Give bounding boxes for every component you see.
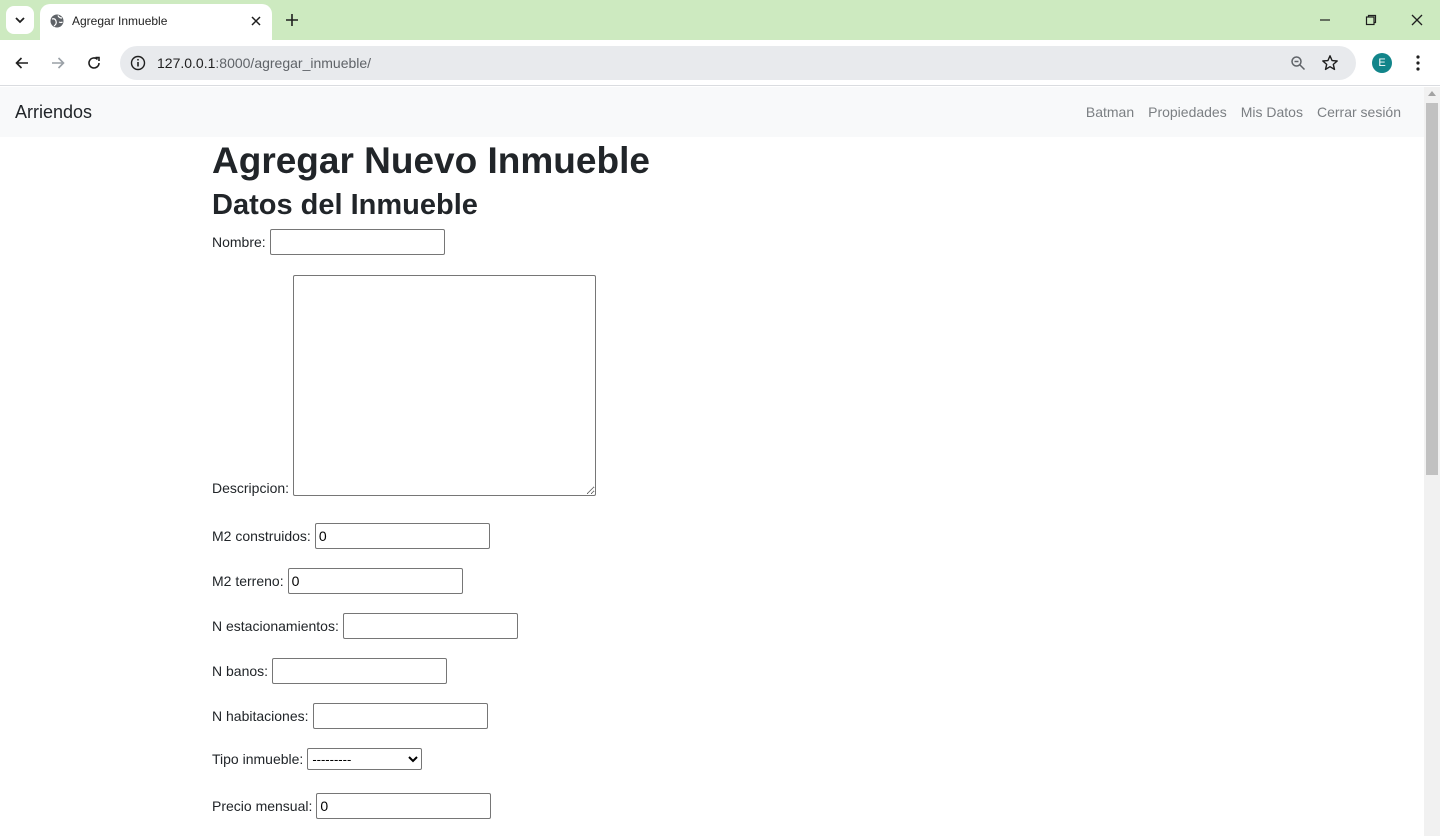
- browser-toolbar: 127.0.0.1:8000/agregar_inmueble/ E: [0, 40, 1440, 86]
- precio-mensual-row: Precio mensual:: [212, 793, 492, 819]
- page-scrollbar[interactable]: [1424, 87, 1440, 836]
- nav-link-propiedades[interactable]: Propiedades: [1148, 104, 1227, 120]
- more-menu-icon[interactable]: [1406, 51, 1430, 75]
- close-tab-icon[interactable]: [247, 12, 265, 30]
- m2-construidos-input[interactable]: [314, 523, 490, 549]
- plus-icon: [286, 14, 298, 26]
- tab-title: Agregar Inmueble: [72, 14, 168, 28]
- chevron-down-icon: [15, 17, 25, 24]
- arrow-left-icon: [15, 57, 28, 69]
- nombre-label: Nombre:: [212, 234, 266, 250]
- m2-terreno-label: M2 terreno:: [212, 573, 284, 589]
- precio-mensual-input[interactable]: [316, 793, 492, 819]
- close-window-button[interactable]: [1405, 8, 1429, 32]
- navbar-links: Batman Propiedades Mis Datos Cerrar sesi…: [1086, 104, 1401, 120]
- zoom-icon[interactable]: [1288, 53, 1308, 73]
- page-viewport: Arriendos Batman Propiedades Mis Datos C…: [0, 87, 1424, 836]
- nombre-input[interactable]: [269, 229, 445, 255]
- restore-button[interactable]: [1359, 8, 1383, 32]
- browser-tab-bar: Agregar Inmueble: [0, 0, 1440, 40]
- descripcion-label: Descripcion:: [212, 480, 290, 496]
- m2-construidos-row: M2 construidos:: [212, 523, 490, 549]
- n-habitaciones-label: N habitaciones:: [212, 708, 309, 724]
- m2-construidos-label: M2 construidos:: [212, 528, 311, 544]
- new-tab-button[interactable]: [280, 8, 304, 32]
- n-estacionamientos-row: N estacionamientos:: [212, 613, 518, 639]
- descripcion-textarea[interactable]: [293, 275, 597, 496]
- profile-avatar[interactable]: E: [1372, 53, 1392, 73]
- tab-search-button[interactable]: [6, 6, 34, 34]
- n-banos-label: N banos:: [212, 663, 269, 679]
- nombre-row: Nombre:: [212, 229, 445, 255]
- section-title: Datos del Inmueble: [212, 189, 478, 221]
- bookmark-star-icon[interactable]: [1320, 53, 1340, 73]
- page-title: Agregar Nuevo Inmueble: [212, 140, 650, 181]
- n-banos-row: N banos:: [212, 658, 448, 684]
- minimize-icon: [1320, 19, 1330, 21]
- site-info-icon[interactable]: [128, 53, 148, 73]
- tipo-inmueble-label: Tipo inmueble:: [212, 751, 304, 767]
- nav-link-cerrar-sesion[interactable]: Cerrar sesión: [1317, 104, 1401, 120]
- precio-mensual-label: Precio mensual:: [212, 798, 313, 814]
- n-habitaciones-row: N habitaciones:: [212, 703, 488, 729]
- scroll-up-arrow-icon[interactable]: [1428, 91, 1436, 96]
- browser-tab[interactable]: Agregar Inmueble: [40, 4, 272, 40]
- m2-terreno-row: M2 terreno:: [212, 568, 463, 594]
- n-estacionamientos-label: N estacionamientos:: [212, 618, 339, 634]
- address-bar[interactable]: 127.0.0.1:8000/agregar_inmueble/: [120, 46, 1356, 80]
- tipo-inmueble-select[interactable]: ---------: [307, 748, 423, 770]
- minimize-button[interactable]: [1313, 8, 1337, 32]
- url-host: 127.0.0.1: [157, 55, 216, 71]
- m2-terreno-input[interactable]: [287, 568, 463, 594]
- reload-button[interactable]: [81, 50, 107, 76]
- globe-icon: [49, 13, 65, 34]
- forward-button[interactable]: [45, 50, 71, 76]
- url-path: :8000/agregar_inmueble/: [215, 55, 372, 71]
- site-navbar: Arriendos Batman Propiedades Mis Datos C…: [0, 87, 1424, 137]
- arrow-right-icon: [52, 57, 65, 69]
- scrollbar-thumb[interactable]: [1426, 103, 1438, 475]
- n-estacionamientos-input[interactable]: [342, 613, 518, 639]
- descripcion-row: Descripcion:: [212, 275, 597, 496]
- url-text: 127.0.0.1:8000/agregar_inmueble/: [157, 55, 371, 71]
- close-icon: [1411, 14, 1423, 26]
- n-banos-input[interactable]: [272, 658, 448, 684]
- navbar-brand[interactable]: Arriendos: [15, 102, 92, 123]
- reload-icon: [88, 56, 100, 69]
- back-button[interactable]: [9, 50, 35, 76]
- n-habitaciones-input[interactable]: [312, 703, 488, 729]
- nav-link-mis-datos[interactable]: Mis Datos: [1241, 104, 1303, 120]
- tipo-inmueble-row: Tipo inmueble: ---------: [212, 748, 423, 770]
- nav-link-user[interactable]: Batman: [1086, 104, 1134, 120]
- restore-icon: [1365, 14, 1377, 26]
